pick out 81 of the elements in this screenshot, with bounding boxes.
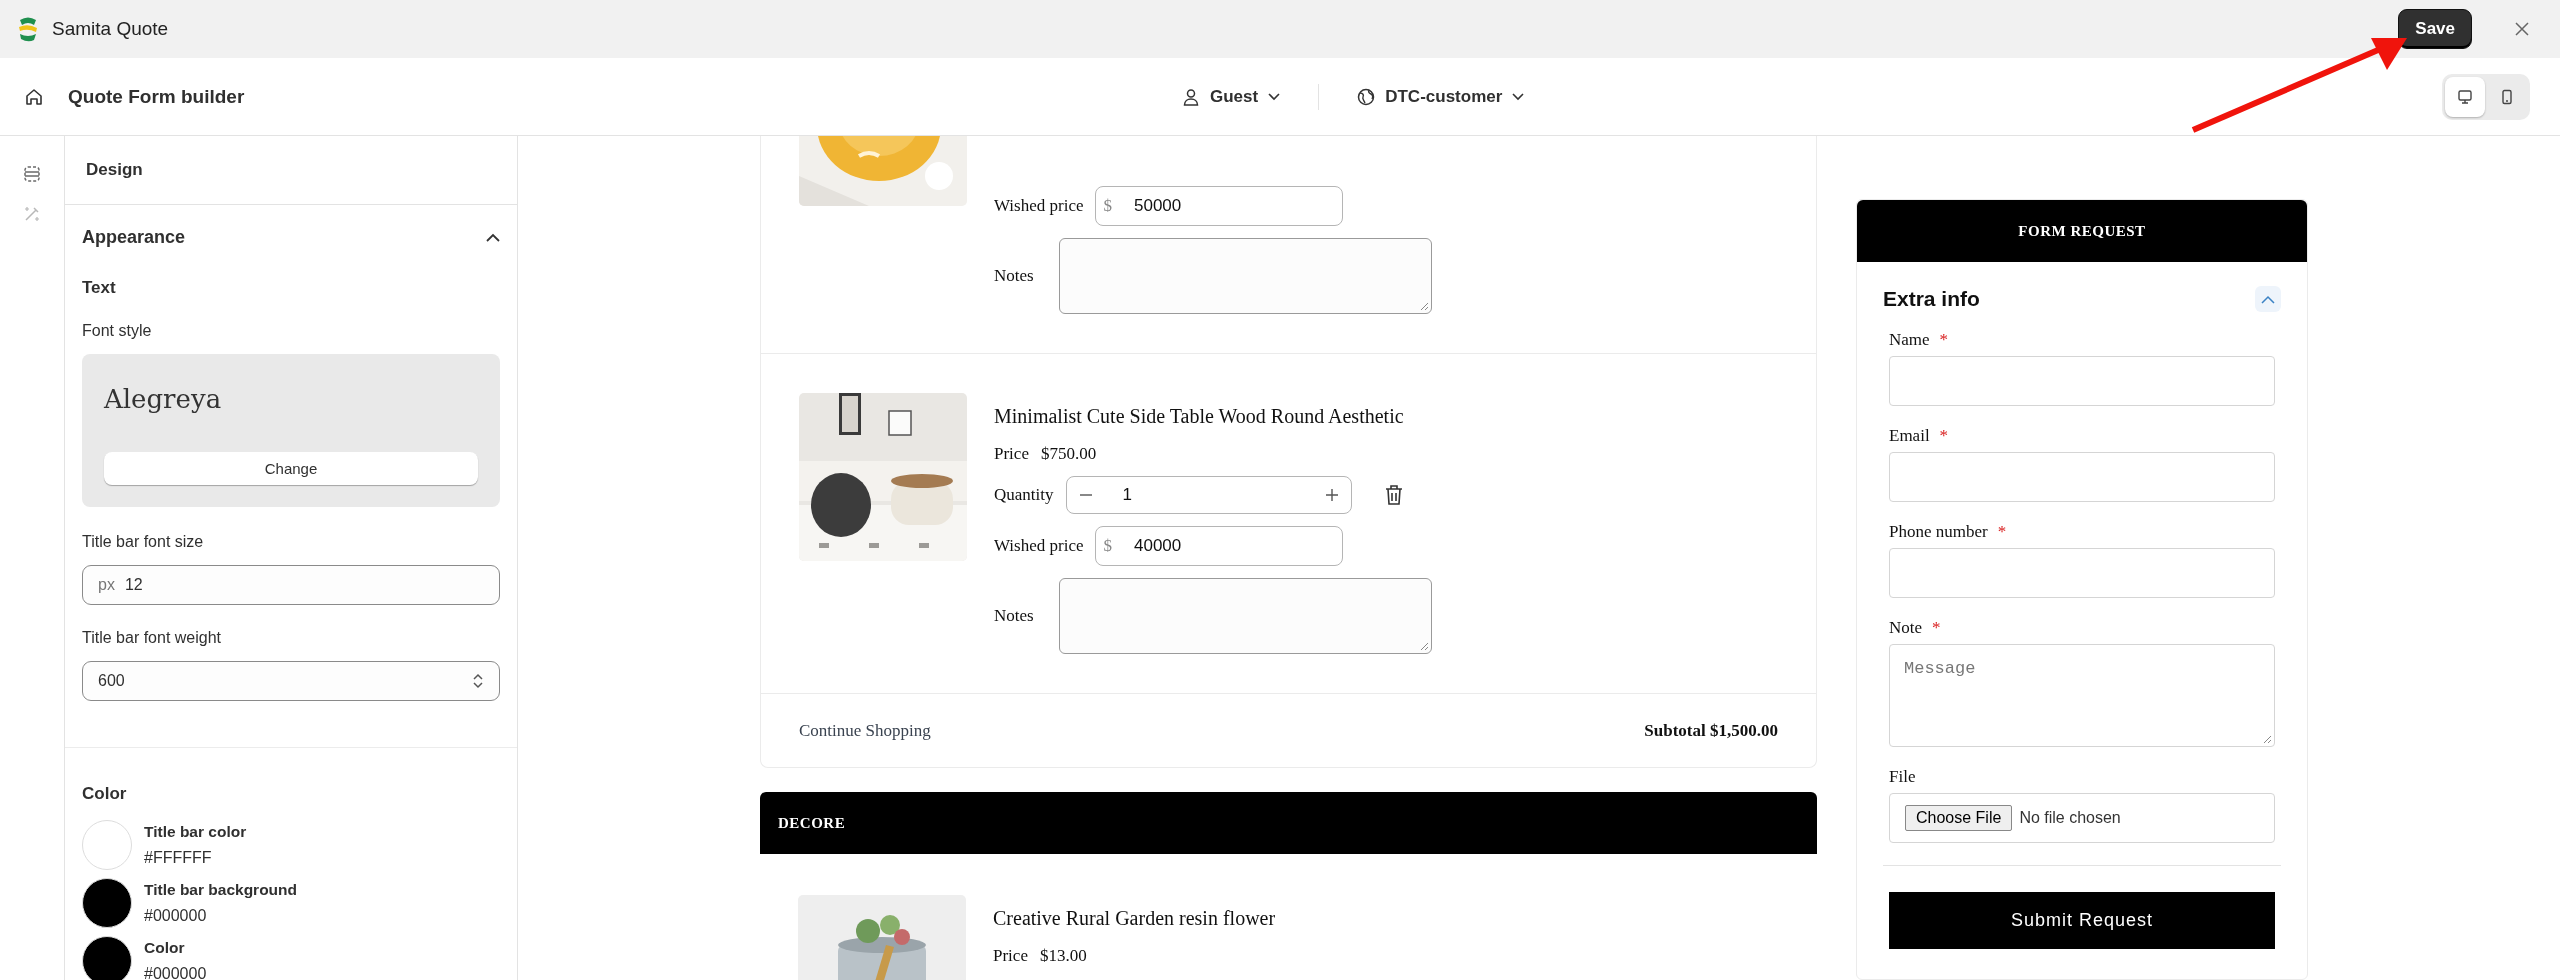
field-label: Email bbox=[1889, 426, 1930, 446]
wished-price-field[interactable]: $ 40000 bbox=[1095, 526, 1344, 566]
close-icon[interactable] bbox=[2514, 21, 2530, 37]
color-value: #000000 bbox=[144, 907, 208, 925]
field-label: File bbox=[1889, 767, 1916, 787]
submit-button[interactable]: Submit Request bbox=[1889, 892, 2275, 949]
product-title: Creative Rural Garden resin flower bbox=[993, 906, 1276, 931]
color-swatch[interactable] bbox=[82, 878, 132, 928]
color-heading: Color bbox=[82, 783, 128, 805]
product-title: Minimalist Cute Side Table Wood Round Aesthetic bbox=[994, 404, 1405, 429]
group-title: DECORE bbox=[778, 814, 846, 832]
price-label: Price bbox=[993, 946, 1028, 966]
resize-grip-icon[interactable] bbox=[1418, 641, 1429, 651]
home-icon[interactable] bbox=[24, 86, 44, 107]
notes-label: Notes bbox=[994, 606, 1034, 626]
panel-title: Design bbox=[65, 136, 517, 205]
color-label: Title bar background bbox=[144, 881, 298, 899]
subtotal: Subtotal $1,500.00 bbox=[1644, 720, 1778, 741]
product-price: $750.00 bbox=[1040, 444, 1097, 464]
notes-field[interactable] bbox=[1058, 578, 1432, 654]
page-title: Quote Form builder bbox=[68, 85, 245, 108]
wished-price-label: Wished price bbox=[994, 536, 1084, 556]
resize-grip-icon[interactable] bbox=[2262, 734, 2272, 744]
field-label: Phone number bbox=[1889, 522, 1988, 542]
notes-field[interactable] bbox=[1058, 238, 1432, 314]
plus-icon[interactable] bbox=[1324, 488, 1339, 502]
continue-shopping-link[interactable]: Continue Shopping bbox=[799, 720, 931, 741]
font-name: Alegreya bbox=[104, 383, 223, 416]
quantity-label: Quantity bbox=[994, 485, 1054, 505]
wished-price-field[interactable]: $ 50000 bbox=[1095, 186, 1344, 226]
desktop-icon bbox=[2457, 88, 2473, 105]
app-logo bbox=[16, 16, 40, 42]
desktop-view-button[interactable] bbox=[2445, 76, 2485, 117]
color-swatch[interactable] bbox=[82, 936, 132, 980]
wished-price-label: Wished price bbox=[994, 196, 1084, 216]
product-price: $13.00 bbox=[1039, 946, 1087, 966]
price-label: Price bbox=[994, 444, 1029, 464]
field-label: Note bbox=[1889, 618, 1923, 638]
save-button[interactable]: Save bbox=[2398, 9, 2472, 49]
font-weight-label: Title bar font weight bbox=[82, 628, 223, 648]
color-value: #FFFFFF bbox=[144, 849, 213, 867]
section-title: Extra info bbox=[1883, 287, 1980, 311]
required-mark: * bbox=[1939, 330, 1949, 350]
color-value: #000000 bbox=[144, 965, 207, 980]
chevron-icon bbox=[2261, 294, 2275, 304]
customer-selector[interactable]: Guest bbox=[1178, 82, 1285, 111]
text-heading: Text bbox=[82, 277, 117, 299]
caret-icon bbox=[1268, 92, 1281, 101]
caret-icon bbox=[1512, 92, 1525, 101]
phone-icon bbox=[2499, 88, 2515, 105]
font-weight-select[interactable]: 600 bbox=[82, 661, 500, 701]
required-mark: * bbox=[1932, 618, 1941, 638]
color-label: Color bbox=[144, 939, 186, 957]
color-label: Title bar color bbox=[144, 823, 247, 841]
choose-file-button[interactable]: Choose File bbox=[1905, 805, 2013, 831]
text-field[interactable] bbox=[1889, 452, 2275, 502]
app-title: Samita Quote bbox=[52, 18, 169, 40]
file-status: No file chosen bbox=[2019, 809, 2121, 827]
font-style-label: Font style bbox=[82, 321, 153, 341]
required-mark: * bbox=[1939, 426, 1949, 446]
resize-grip-icon[interactable] bbox=[1418, 301, 1429, 311]
field-label: Name bbox=[1889, 330, 1930, 350]
collapse-button[interactable] bbox=[2255, 286, 2281, 312]
text-field[interactable] bbox=[1889, 548, 2275, 598]
select-arrows-icon bbox=[472, 672, 484, 690]
message-field[interactable]: Message bbox=[1889, 644, 2275, 747]
person-icon bbox=[1182, 87, 1200, 106]
segment-selector[interactable]: DTC-customer bbox=[1353, 82, 1529, 111]
appearance-section-toggle[interactable]: Appearance bbox=[82, 205, 500, 266]
text-field[interactable] bbox=[1889, 356, 2275, 406]
quantity-stepper[interactable]: 1 bbox=[1065, 476, 1352, 514]
notes-label: Notes bbox=[994, 266, 1034, 286]
chevron-icon bbox=[486, 233, 500, 242]
font-size-field[interactable]: px 12 bbox=[82, 565, 500, 605]
required-mark: * bbox=[1997, 522, 2007, 542]
trash-icon[interactable] bbox=[1383, 484, 1404, 506]
form-title: FORM REQUEST bbox=[2018, 222, 2146, 240]
change-button[interactable]: Change bbox=[104, 452, 478, 485]
font-size-label: Title bar font size bbox=[82, 532, 205, 552]
globe-icon bbox=[1357, 87, 1376, 106]
color-swatch[interactable] bbox=[82, 820, 132, 870]
